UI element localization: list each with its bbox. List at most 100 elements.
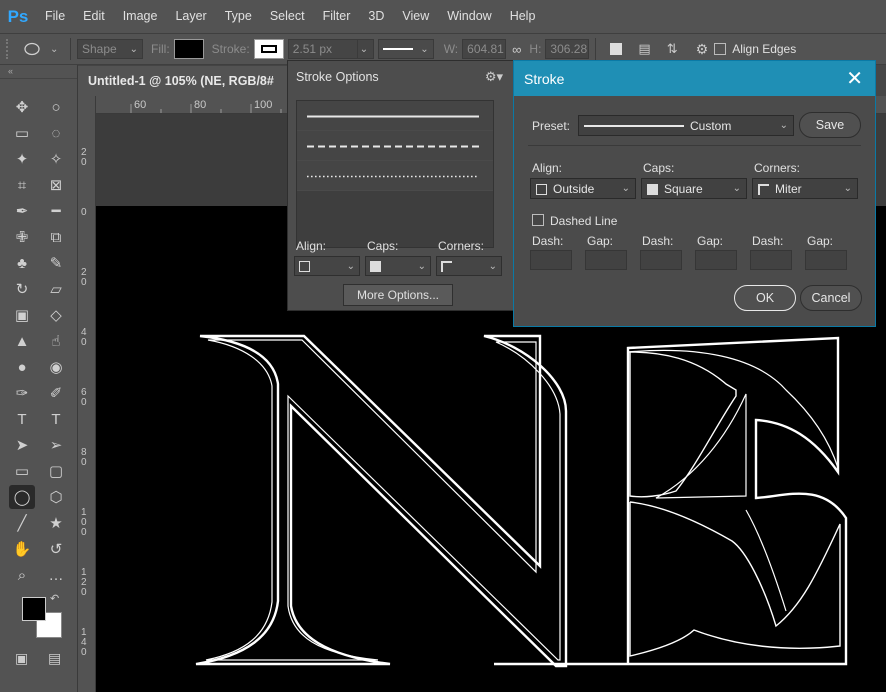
menu-help[interactable]: Help: [501, 0, 545, 33]
align-edges-checkbox[interactable]: [714, 43, 727, 55]
stroke-preset-dashed[interactable]: [297, 131, 493, 161]
crop-tool-icon[interactable]: ⌗: [9, 173, 35, 197]
hand-tool-icon[interactable]: ✋: [9, 537, 35, 561]
quick-mask-icon[interactable]: ▣: [15, 650, 28, 667]
dashed-line-icon: [307, 145, 479, 148]
more-tools-icon[interactable]: …: [43, 563, 69, 587]
polygon-tool-icon[interactable]: ⬡: [43, 485, 69, 509]
align-label: Align:: [532, 161, 563, 175]
path-arrangement-icon[interactable]: ⇅: [667, 41, 678, 57]
height-field[interactable]: 306.28: [545, 39, 590, 59]
stroke-type-dropdown[interactable]: ⌄: [377, 39, 434, 59]
options-bar-grip[interactable]: [6, 39, 12, 59]
tool-preset-picker[interactable]: ⌄: [24, 37, 64, 61]
rectangle-tool-icon[interactable]: ▭: [9, 459, 35, 483]
bucket-tool-icon[interactable]: ◇: [43, 303, 69, 327]
menu-filter[interactable]: Filter: [314, 0, 360, 33]
type-tool-icon[interactable]: T: [43, 407, 69, 431]
ellipse-tool-icon[interactable]: ◯: [9, 485, 35, 509]
zoom-tool-icon[interactable]: ⌕: [9, 563, 35, 587]
menu-file[interactable]: File: [36, 0, 74, 33]
dash-input-1[interactable]: [530, 250, 572, 270]
history-brush-icon[interactable]: ↻: [9, 277, 35, 301]
ruler-tick-label: 60: [81, 387, 87, 408]
corners-select-mini[interactable]: ⌄: [436, 256, 502, 276]
smudge-tool-icon[interactable]: ☝: [43, 329, 69, 353]
caps-select-mini[interactable]: ⌄: [365, 256, 431, 276]
gradient-tool-icon[interactable]: ▣: [9, 303, 35, 327]
eraser-icon[interactable]: ▱: [43, 277, 69, 301]
menu-select[interactable]: Select: [261, 0, 314, 33]
type-vertical-icon[interactable]: T: [9, 407, 35, 431]
path-operations-icon[interactable]: [610, 43, 623, 55]
rounded-rect-icon[interactable]: ▢: [43, 459, 69, 483]
magic-wand-icon[interactable]: ✧: [43, 147, 69, 171]
patch-tool-icon[interactable]: ⧉: [43, 225, 69, 249]
stroke-swatch[interactable]: [253, 39, 284, 59]
gear-icon[interactable]: ⚙: [696, 41, 709, 58]
rotate-view-icon[interactable]: ↺: [43, 537, 69, 561]
tools-panel-header[interactable]: «: [0, 65, 77, 79]
corners-select[interactable]: Miter ⌄: [752, 178, 858, 199]
freeform-pen-icon[interactable]: ✐: [43, 381, 69, 405]
direct-select-icon[interactable]: ➢: [43, 433, 69, 457]
gap-input-1[interactable]: [585, 250, 627, 270]
fill-swatch[interactable]: [173, 39, 204, 59]
dashed-line-checkbox[interactable]: [532, 214, 544, 226]
menu-3d[interactable]: 3D: [359, 0, 393, 33]
lasso-tool-icon[interactable]: ○: [43, 95, 69, 119]
menu-edit[interactable]: Edit: [74, 0, 114, 33]
line-tool-icon[interactable]: ╱: [9, 511, 35, 535]
ruler-icon[interactable]: ━: [43, 199, 69, 223]
menu-image[interactable]: Image: [114, 0, 167, 33]
chevron-down-icon: ⌄: [420, 43, 429, 55]
ok-button[interactable]: OK: [734, 285, 796, 311]
dash-input-3[interactable]: [750, 250, 792, 270]
tool-mode-select[interactable]: Shape ⌄: [77, 39, 143, 59]
document-tab[interactable]: Untitled-1 @ 105% (NE, RGB/8#: [78, 65, 290, 96]
brush-tool-icon[interactable]: ✎: [43, 251, 69, 275]
stroke-width-dropdown[interactable]: ⌄: [357, 39, 374, 59]
sponge-tool-icon[interactable]: ◉: [43, 355, 69, 379]
cancel-button[interactable]: Cancel: [800, 285, 862, 311]
gap-input-2[interactable]: [695, 250, 737, 270]
move-tool-icon[interactable]: ✥: [9, 95, 35, 119]
healing-brush-icon[interactable]: ✙: [9, 225, 35, 249]
close-icon[interactable]: ✕: [846, 69, 863, 89]
save-button[interactable]: Save: [799, 112, 861, 138]
frame-tool-icon[interactable]: ⊠: [43, 173, 69, 197]
swap-colors-icon[interactable]: ↶: [50, 592, 59, 605]
preset-select[interactable]: Custom ⌄: [578, 115, 794, 136]
stroke-width-field[interactable]: 2.51 px: [287, 39, 358, 59]
ellipse-marquee-icon[interactable]: ◌: [43, 121, 69, 145]
stroke-preset-solid[interactable]: [297, 101, 493, 131]
gap-input-3[interactable]: [805, 250, 847, 270]
ruler-vertical[interactable]: 20 0 20 40 60 80 100 120 140: [78, 96, 96, 692]
align-select-mini[interactable]: ⌄: [294, 256, 360, 276]
stroke-preset-dotted[interactable]: [297, 161, 493, 191]
dodge-tool-icon[interactable]: ●: [9, 355, 35, 379]
custom-shape-icon[interactable]: ★: [43, 511, 69, 535]
blur-tool-icon[interactable]: ▲: [9, 329, 35, 353]
gear-icon[interactable]: ⚙▾: [485, 69, 503, 85]
dash-label-3: Dash:: [752, 234, 784, 248]
dash-input-2[interactable]: [640, 250, 682, 270]
more-options-button[interactable]: More Options...: [343, 284, 453, 306]
link-icon[interactable]: ∞: [512, 42, 521, 57]
pen-tool-icon[interactable]: ✑: [9, 381, 35, 405]
foreground-color-swatch[interactable]: [22, 597, 46, 621]
width-field[interactable]: 604.81: [462, 39, 507, 59]
stamp-tool-icon[interactable]: ♣: [9, 251, 35, 275]
path-alignment-icon[interactable]: ▤: [638, 41, 650, 57]
quick-select-icon[interactable]: ✦: [9, 147, 35, 171]
caps-select[interactable]: Square ⌄: [641, 178, 747, 199]
path-select-icon[interactable]: ➤: [9, 433, 35, 457]
menu-type[interactable]: Type: [216, 0, 261, 33]
rect-marquee-icon[interactable]: ▭: [9, 121, 35, 145]
align-select[interactable]: Outside ⌄: [530, 178, 636, 199]
menu-window[interactable]: Window: [438, 0, 500, 33]
menu-layer[interactable]: Layer: [166, 0, 215, 33]
eyedropper-icon[interactable]: ✒: [9, 199, 35, 223]
menu-view[interactable]: View: [393, 0, 438, 33]
screen-mode-icon[interactable]: ▤: [48, 650, 61, 667]
